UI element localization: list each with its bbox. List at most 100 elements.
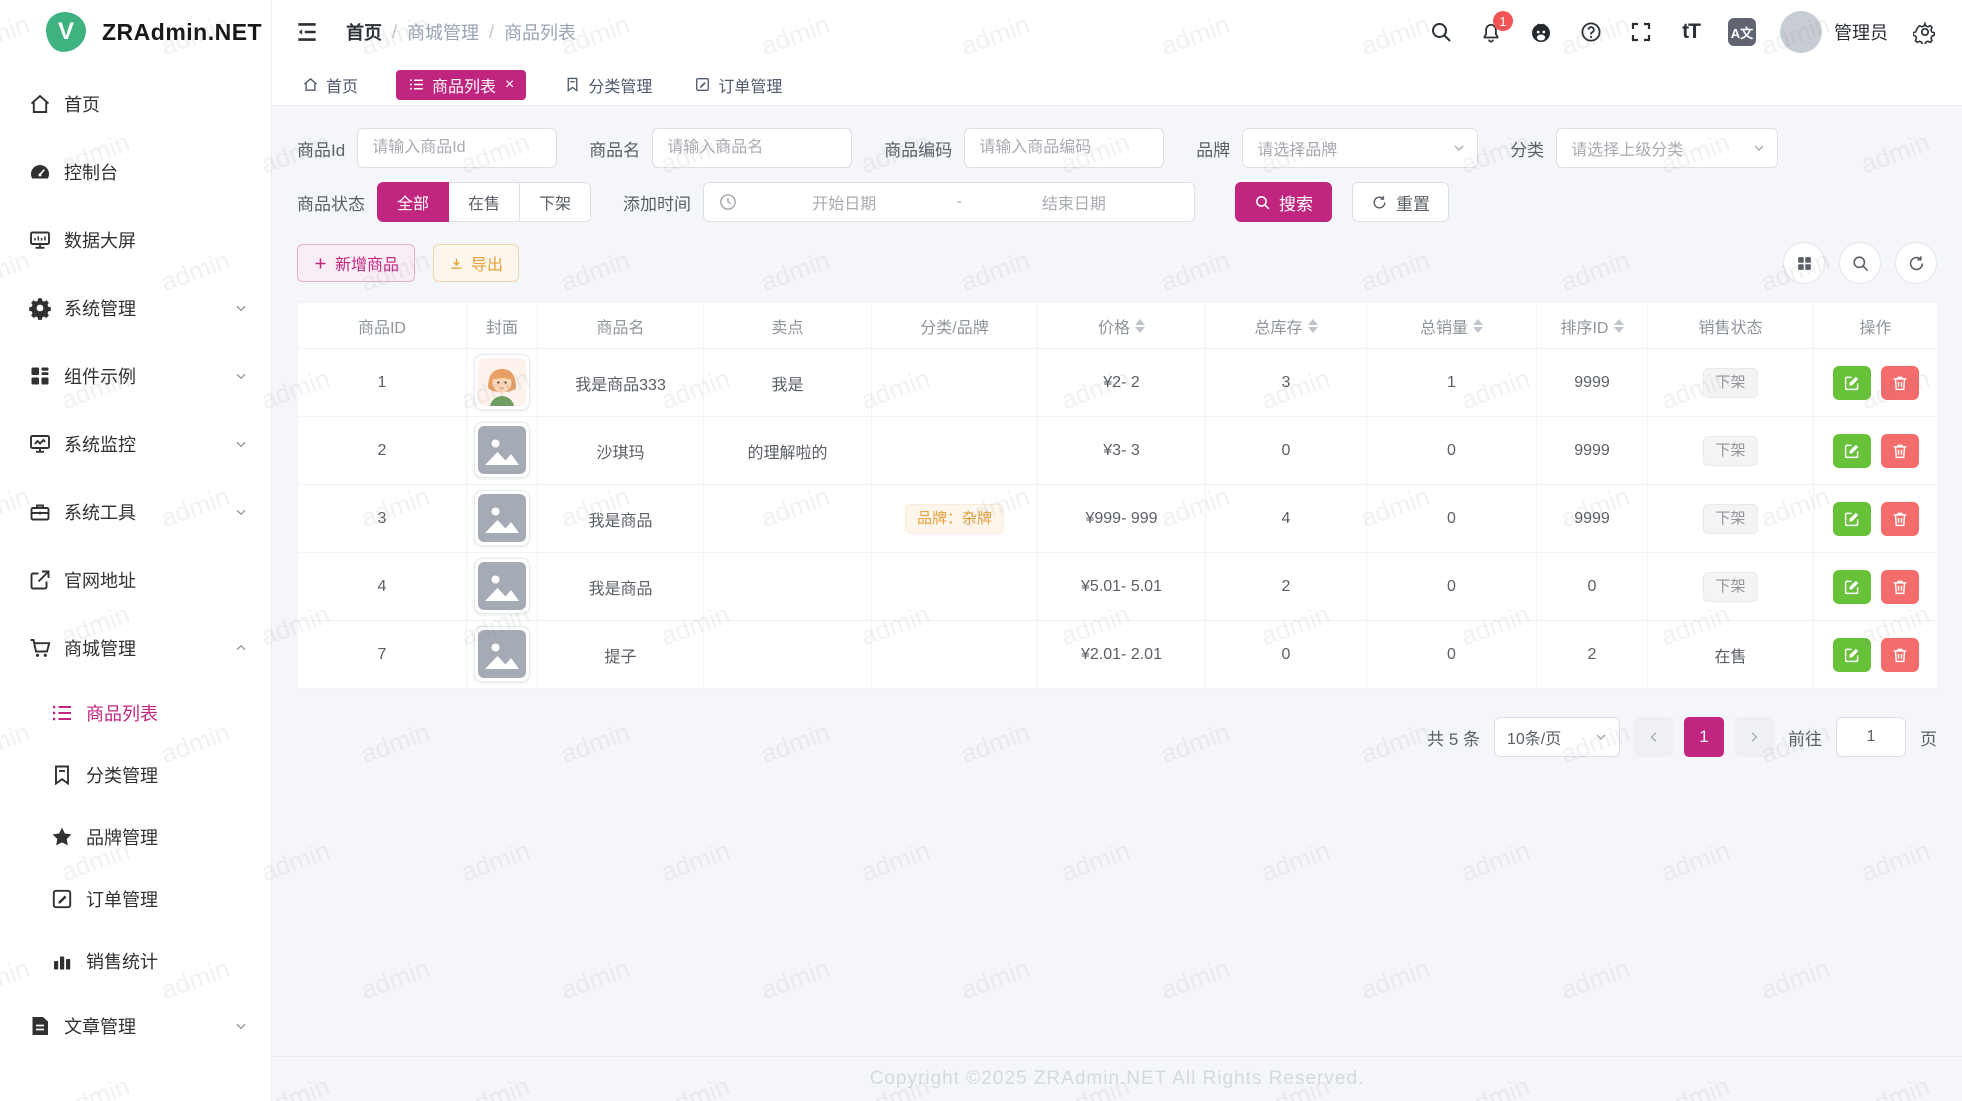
- add-product-button[interactable]: 新增商品: [297, 244, 415, 282]
- search-button[interactable]: 搜索: [1235, 182, 1332, 222]
- select-placeholder: 请选择品牌: [1257, 136, 1337, 160]
- column-header-排序ID[interactable]: 排序ID: [1537, 303, 1648, 349]
- sidebar-item-商城管理[interactable]: 商城管理: [0, 614, 271, 682]
- sidebar-item-系统监控[interactable]: 系统监控: [0, 410, 271, 478]
- sidebar-item-官网地址[interactable]: 官网地址: [0, 546, 271, 614]
- sidebar-item-label: 首页: [64, 91, 249, 117]
- image-placeholder-icon[interactable]: [474, 558, 530, 614]
- footer: Copyright ©2025 ZRAdmin.NET All Rights R…: [272, 1056, 1962, 1101]
- filter-add-time: 添加时间 开始日期 - 结束日期: [623, 182, 1195, 222]
- delete-button[interactable]: [1881, 638, 1919, 672]
- status-option-onsale[interactable]: 在售: [449, 182, 520, 222]
- tab-商品列表[interactable]: 商品列表×: [396, 70, 526, 100]
- delete-button[interactable]: [1881, 434, 1919, 468]
- edit-button[interactable]: [1833, 638, 1871, 672]
- sidebar-item-商品列表[interactable]: 商品列表: [0, 682, 271, 744]
- breadcrumb-separator: /: [489, 22, 494, 43]
- cell-status: 下架: [1648, 349, 1814, 417]
- font-size-icon[interactable]: tT: [1678, 19, 1704, 45]
- product-cover-image[interactable]: [474, 354, 530, 410]
- sidebar-item-系统管理[interactable]: 系统管理: [0, 274, 271, 342]
- brand-select[interactable]: 请选择品牌: [1242, 128, 1478, 168]
- edit-button[interactable]: [1833, 502, 1871, 536]
- sidebar-fold-icon[interactable]: [294, 19, 320, 45]
- sidebar-item-label: 商品列表: [86, 700, 249, 726]
- date-range-picker[interactable]: 开始日期 - 结束日期: [703, 182, 1195, 222]
- image-placeholder-icon[interactable]: [474, 626, 530, 682]
- edit-button[interactable]: [1833, 570, 1871, 604]
- table-refresh-icon[interactable]: [1895, 242, 1937, 284]
- sort-icon[interactable]: [1308, 319, 1318, 333]
- sidebar-item-数据大屏[interactable]: 数据大屏: [0, 206, 271, 274]
- tab-首页[interactable]: 首页: [298, 70, 362, 100]
- tools-icon: [28, 500, 52, 524]
- goto-page-input[interactable]: [1836, 717, 1906, 757]
- next-page-button[interactable]: [1734, 717, 1774, 757]
- status-option-all[interactable]: 全部: [377, 182, 449, 222]
- delete-button[interactable]: [1881, 366, 1919, 400]
- column-header-价格[interactable]: 价格: [1038, 303, 1206, 349]
- sort-icon[interactable]: [1614, 319, 1624, 333]
- fullscreen-icon[interactable]: [1628, 19, 1654, 45]
- search-icon[interactable]: [1428, 19, 1454, 45]
- columns-grid-icon[interactable]: [1783, 242, 1825, 284]
- github-icon[interactable]: [1528, 19, 1554, 45]
- breadcrumb-item[interactable]: 首页: [346, 19, 382, 45]
- close-icon[interactable]: ×: [505, 76, 514, 94]
- image-placeholder-icon[interactable]: [474, 490, 530, 546]
- list-icon: [408, 76, 425, 93]
- edit-button[interactable]: [1833, 366, 1871, 400]
- cell-cover: [467, 349, 538, 417]
- edit-button[interactable]: [1833, 434, 1871, 468]
- chevron-down-icon: [1593, 729, 1609, 745]
- tab-label: 订单管理: [718, 73, 782, 97]
- sidebar-item-组件示例[interactable]: 组件示例: [0, 342, 271, 410]
- screen-icon: [28, 228, 52, 252]
- sidebar-item-系统工具[interactable]: 系统工具: [0, 478, 271, 546]
- sidebar-item-品牌管理[interactable]: 品牌管理: [0, 806, 271, 868]
- breadcrumb-item[interactable]: 商品列表: [504, 19, 576, 45]
- add-product-label: 新增商品: [335, 251, 399, 275]
- status-option-offsale[interactable]: 下架: [520, 182, 591, 222]
- language-icon[interactable]: A文: [1728, 18, 1756, 46]
- sidebar-item-文章管理[interactable]: 文章管理: [0, 992, 271, 1060]
- page-number-1[interactable]: 1: [1684, 717, 1724, 757]
- tab-订单管理[interactable]: 订单管理: [690, 70, 786, 100]
- avatar[interactable]: [1780, 11, 1822, 53]
- sort-icon[interactable]: [1135, 319, 1145, 333]
- category-select[interactable]: 请选择上级分类: [1556, 128, 1778, 168]
- notification-bell-icon[interactable]: 1: [1478, 19, 1504, 45]
- image-placeholder-icon[interactable]: [474, 422, 530, 478]
- sidebar-item-控制台[interactable]: 控制台: [0, 138, 271, 206]
- breadcrumb-item[interactable]: 商城管理: [407, 19, 479, 45]
- end-date-placeholder: 结束日期: [968, 190, 1180, 214]
- product-id-input[interactable]: [357, 128, 557, 168]
- sidebar-item-label: 分类管理: [86, 762, 249, 788]
- sort-icon[interactable]: [1473, 319, 1483, 333]
- table-search-icon[interactable]: [1839, 242, 1881, 284]
- column-header-卖点: 卖点: [704, 303, 872, 349]
- delete-button[interactable]: [1881, 570, 1919, 604]
- sidebar-item-label: 数据大屏: [64, 227, 249, 253]
- sidebar-item-订单管理[interactable]: 订单管理: [0, 868, 271, 930]
- cell-sort-id: 9999: [1537, 417, 1648, 485]
- delete-button[interactable]: [1881, 502, 1919, 536]
- reset-button[interactable]: 重置: [1352, 182, 1449, 222]
- page-size-select[interactable]: 10条/页: [1494, 717, 1620, 757]
- sidebar-item-label: 系统管理: [64, 295, 233, 321]
- product-name-input[interactable]: [652, 128, 852, 168]
- sidebar-item-销售统计[interactable]: 销售统计: [0, 930, 271, 992]
- help-icon[interactable]: [1578, 19, 1604, 45]
- cell-product-id: 1: [298, 349, 467, 417]
- user-name[interactable]: 管理员: [1834, 19, 1888, 45]
- sidebar-item-首页[interactable]: 首页: [0, 70, 271, 138]
- app-logo[interactable]: V ZRAdmin.NET: [0, 0, 271, 64]
- product-code-input[interactable]: [964, 128, 1164, 168]
- column-header-总库存[interactable]: 总库存: [1206, 303, 1367, 349]
- column-header-总销量[interactable]: 总销量: [1367, 303, 1537, 349]
- settings-gear-icon[interactable]: [1912, 19, 1938, 45]
- sidebar-item-分类管理[interactable]: 分类管理: [0, 744, 271, 806]
- export-button[interactable]: 导出: [433, 244, 519, 282]
- tab-分类管理[interactable]: 分类管理: [560, 70, 656, 100]
- prev-page-button[interactable]: [1634, 717, 1674, 757]
